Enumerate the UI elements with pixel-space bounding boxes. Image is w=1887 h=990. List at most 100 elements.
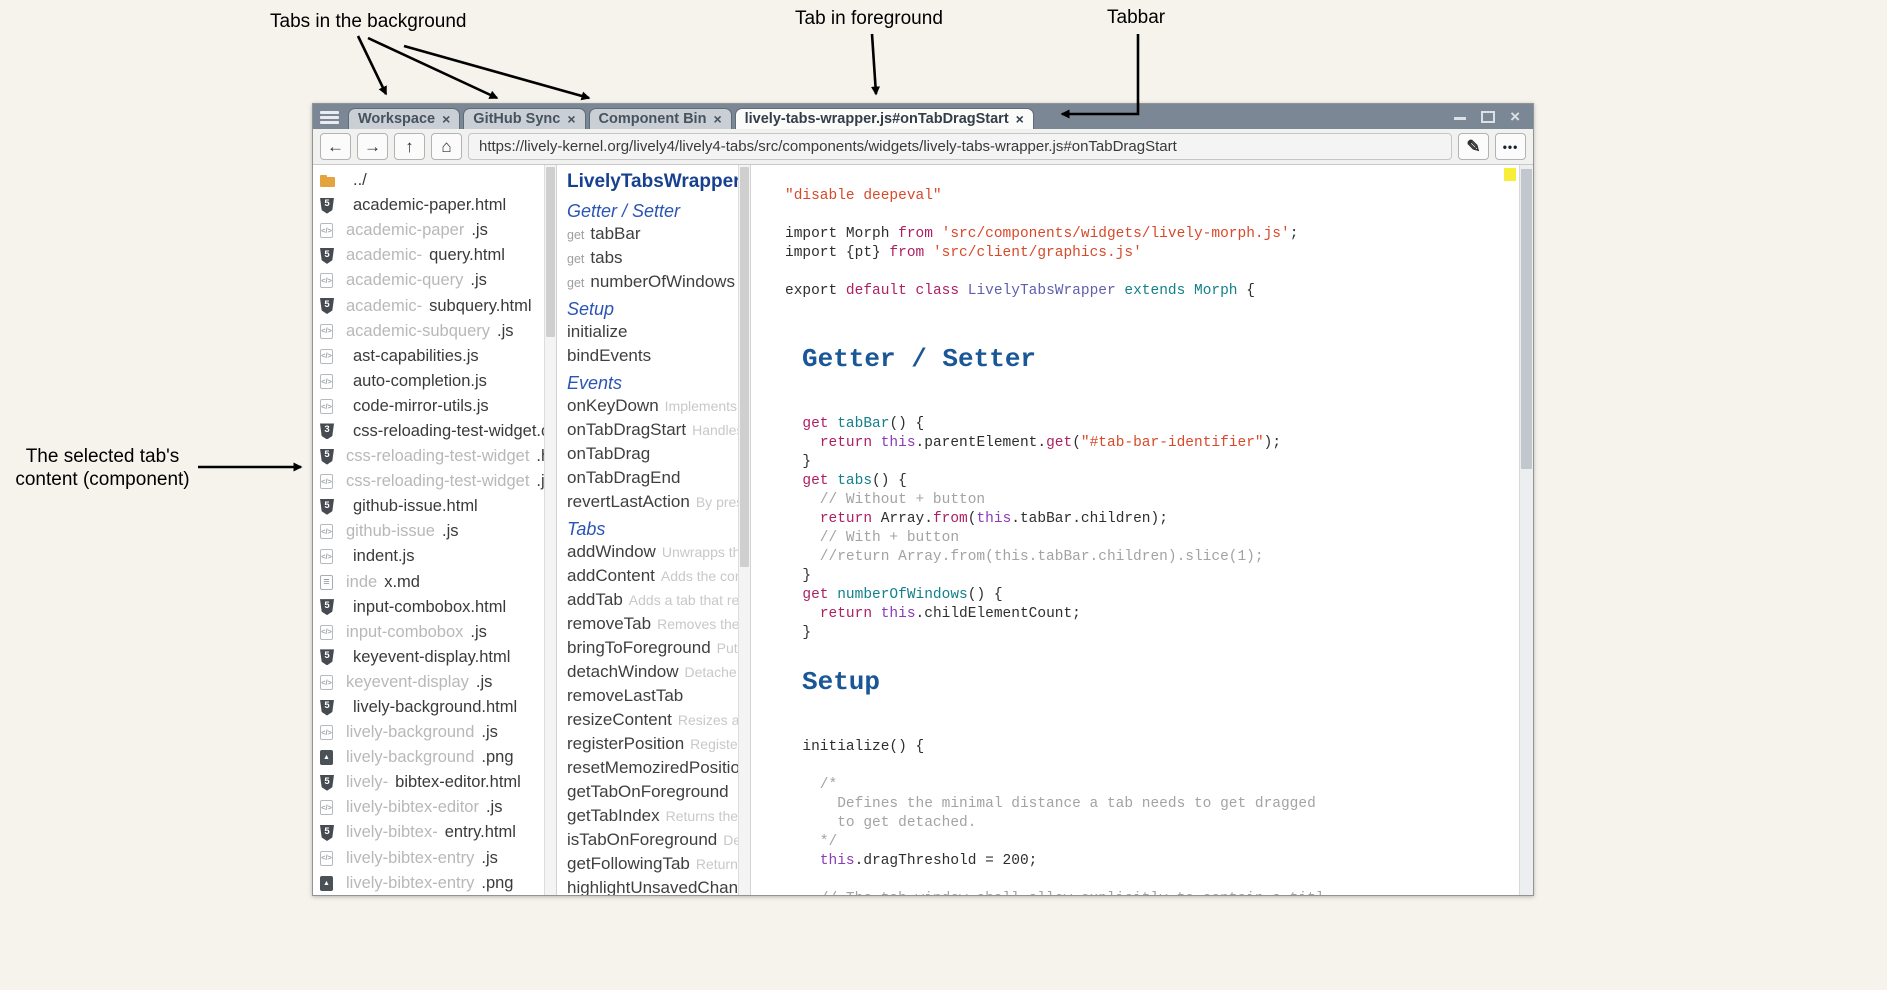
outline-method-item[interactable]: gettabBar — [567, 224, 738, 248]
outline-method-prefix: get — [567, 252, 584, 266]
file-type-icon — [320, 172, 339, 190]
file-list-item[interactable]: 5 academic-query.html — [320, 243, 544, 268]
outline-method-item[interactable]: revertLastActionBy pres — [567, 492, 738, 516]
file-list-item[interactable]: 5 github-issue.html — [320, 494, 544, 519]
up-button[interactable]: ↑ — [394, 133, 425, 160]
outline-method-doc: Adds the con — [661, 568, 743, 584]
file-name-dim: lively-background — [346, 723, 474, 742]
outline-class-title[interactable]: LivelyTabsWrapper — [567, 171, 738, 198]
code-scrollbar[interactable] — [1519, 165, 1533, 895]
file-list-item[interactable]: </> css-reloading-test-widget.js — [320, 469, 544, 494]
outline-method-item[interactable]: addContentAdds the con — [567, 566, 738, 590]
file-list-item[interactable]: ≡ index.md — [320, 570, 544, 595]
back-button[interactable]: ← — [320, 133, 351, 160]
file-list-item[interactable]: </> lively-bibtex-editor.js — [320, 795, 544, 820]
outline-category[interactable]: Events — [567, 370, 738, 396]
outline-method-item[interactable]: removeLastTab — [567, 686, 738, 710]
outline-method-item[interactable]: highlightUnsavedChan — [567, 878, 738, 895]
outline-method-item[interactable]: onKeyDownImplements — [567, 396, 738, 420]
outline-method-item[interactable]: onTabDragStartHandles — [567, 420, 738, 444]
outline-method-item[interactable]: onTabDragEnd — [567, 468, 738, 492]
outline-method-item[interactable]: addWindowUnwrapps th — [567, 542, 738, 566]
file-list-item[interactable]: 5 academic-paper.html — [320, 193, 544, 218]
file-panel-scrollbar[interactable] — [544, 165, 556, 895]
file-list-item[interactable]: </> academic-subquery.js — [320, 319, 544, 344]
outline-method-item[interactable]: getFollowingTabReturn — [567, 854, 738, 878]
file-list-item[interactable]: 3 css-reloading-test-widget.css — [320, 419, 544, 444]
file-list-item[interactable]: ▲ lively-bibtex-entry.png — [320, 871, 544, 895]
outline-method-item[interactable]: getnumberOfWindows — [567, 272, 738, 296]
file-list-item[interactable]: 5 lively-bibtex-editor.html — [320, 770, 544, 795]
outline-method-item[interactable]: resizeContentResizes a — [567, 710, 738, 734]
outline-category-label: Setup — [567, 299, 614, 320]
forward-button[interactable]: → — [357, 133, 388, 160]
outline-method-item[interactable]: initialize — [567, 322, 738, 346]
file-list-item[interactable]: </> lively-bibtex-entry.js — [320, 846, 544, 871]
file-list-item[interactable]: </> indent.js — [320, 544, 544, 569]
outline-method-item[interactable]: gettabs — [567, 248, 738, 272]
home-button[interactable]: ⌂ — [431, 133, 462, 160]
outline-method-item[interactable]: addTabAdds a tab that ref — [567, 590, 738, 614]
outline-method-item[interactable]: registerPositionRegiste — [567, 734, 738, 758]
file-list-item[interactable]: ../ — [320, 168, 544, 193]
code-token: .dragThreshold = 200; — [855, 853, 1038, 869]
outline-category[interactable]: Setup — [567, 296, 738, 322]
outline-method-name: onTabDragStart — [567, 420, 686, 440]
outline-category[interactable]: Getter / Setter — [567, 198, 738, 224]
background-tab[interactable]: GitHub Sync × — [463, 108, 585, 129]
file-list-item[interactable]: 5 lively-background.html — [320, 695, 544, 720]
file-list-item[interactable]: </> code-mirror-utils.js — [320, 394, 544, 419]
file-list-item[interactable]: </> academic-paper.js — [320, 218, 544, 243]
tab-close-icon[interactable]: × — [567, 112, 575, 126]
file-type-icon: 5 — [320, 824, 339, 842]
file-list-item[interactable]: 5 lively-bibtex-entry.html — [320, 820, 544, 845]
file-list-item[interactable]: </> ast-capabilities.js — [320, 344, 544, 369]
file-list-item[interactable]: 5 input-combobox.html — [320, 595, 544, 620]
code-token: ( — [1072, 435, 1081, 451]
file-list-item[interactable]: 5 css-reloading-test-widget.html — [320, 444, 544, 469]
outline-panel-scroll-thumb[interactable] — [740, 167, 749, 567]
code-line: "disable deepeval" — [785, 188, 1533, 207]
tab-close-icon[interactable]: × — [713, 112, 721, 126]
foreground-tab[interactable]: lively-tabs-wrapper.js#onTabDragStart × — [735, 108, 1034, 129]
file-type-icon: 5 — [320, 448, 339, 466]
file-list-item[interactable]: </> keyevent-display.js — [320, 670, 544, 695]
file-list-item[interactable]: 5 keyevent-display.html — [320, 645, 544, 670]
outline-method-item[interactable]: bindEvents — [567, 346, 738, 370]
file-list-item[interactable]: </> academic-query.js — [320, 268, 544, 293]
maximize-icon[interactable] — [1481, 111, 1495, 123]
outline-method-item[interactable]: resetMemoziredPositio — [567, 758, 738, 782]
file-list-item[interactable]: </> input-combobox.js — [320, 620, 544, 645]
background-tab[interactable]: Component Bin × — [589, 108, 732, 129]
outline-method-item[interactable]: detachWindowDetache — [567, 662, 738, 686]
unsaved-indicator — [1504, 168, 1516, 181]
url-input[interactable]: https://lively-kernel.org/lively4/lively… — [468, 133, 1452, 160]
code-blank-line — [785, 720, 1533, 739]
file-name: query.html — [429, 246, 505, 265]
outline-category[interactable]: Tabs — [567, 516, 738, 542]
outline-method-item[interactable]: onTabDrag — [567, 444, 738, 468]
menu-icon[interactable] — [320, 111, 339, 124]
more-options-button[interactable]: ••• — [1495, 133, 1526, 160]
outline-method-item[interactable]: getTabIndexReturns the — [567, 806, 738, 830]
file-list-item[interactable]: ▲ lively-background.png — [320, 745, 544, 770]
close-window-icon[interactable]: × — [1510, 108, 1520, 125]
outline-method-item[interactable]: isTabOnForegroundDe — [567, 830, 738, 854]
code-line: return this.childElementCount; — [785, 606, 1533, 625]
minimize-icon[interactable] — [1454, 113, 1466, 120]
outline-method-item[interactable]: bringToForegroundPut — [567, 638, 738, 662]
tab-close-icon[interactable]: × — [442, 112, 450, 126]
tab-close-icon[interactable]: × — [1016, 112, 1024, 126]
code-editor[interactable]: "disable deepeval"import Morph from 'src… — [751, 165, 1533, 895]
background-tab[interactable]: Workspace × — [348, 108, 460, 129]
file-list-item[interactable]: </> github-issue.js — [320, 519, 544, 544]
outline-panel-scrollbar[interactable] — [738, 165, 750, 895]
file-list-item[interactable]: 5 academic-subquery.html — [320, 293, 544, 318]
file-list-item[interactable]: </> auto-completion.js — [320, 369, 544, 394]
file-list-item[interactable]: </> lively-background.js — [320, 720, 544, 745]
outline-method-item[interactable]: removeTabRemoves the — [567, 614, 738, 638]
outline-method-item[interactable]: getTabOnForeground — [567, 782, 738, 806]
edit-button[interactable]: ✎ — [1458, 133, 1489, 160]
code-scroll-thumb[interactable] — [1521, 169, 1532, 469]
file-panel-scroll-thumb[interactable] — [546, 167, 555, 337]
